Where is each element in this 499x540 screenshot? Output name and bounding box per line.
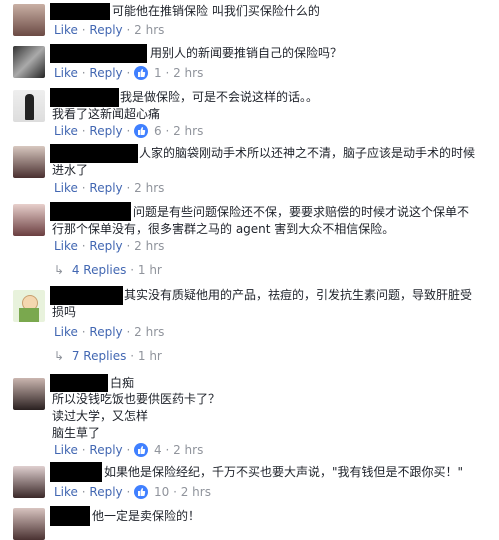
timestamp[interactable]: 2 hrs: [173, 443, 203, 457]
redacted-name: [50, 202, 131, 221]
redacted-name: [50, 462, 102, 482]
like-count[interactable]: 6: [154, 124, 162, 138]
reply-button[interactable]: Reply: [89, 66, 122, 80]
redacted-name: [50, 44, 147, 63]
avatar[interactable]: [13, 90, 45, 122]
reply-arrow-icon: ↳: [54, 349, 65, 363]
comment-text: 进水了: [52, 163, 89, 177]
comment-text: 行那个保单没有，很多害群之马的 agent 害到大众不相信保险。: [52, 222, 395, 236]
comment-text: 用别人的新闻要推销自己的保险吗？: [150, 46, 343, 60]
reply-time: 1 hr: [137, 349, 162, 363]
comment-actions: Like · Reply · 2 hrs: [54, 325, 165, 339]
timestamp[interactable]: 2 hrs: [173, 124, 203, 138]
comment-actions: Like · Reply · 1 · 2 hrs: [54, 66, 204, 80]
like-button[interactable]: Like: [54, 443, 78, 457]
reply-button[interactable]: Reply: [89, 181, 122, 195]
comment-text: 他一定是卖保险的！: [92, 509, 201, 523]
avatar[interactable]: [13, 290, 45, 322]
like-count[interactable]: 4: [154, 443, 162, 457]
avatar[interactable]: [13, 204, 45, 236]
like-reaction-icon: [134, 485, 149, 499]
like-reaction-icon: [134, 443, 149, 457]
reply-button[interactable]: Reply: [89, 124, 122, 138]
avatar[interactable]: [13, 146, 45, 178]
comment-text: 人家的脑袋刚动手术所以还神之不清，脑子应该是动手术的时候: [139, 146, 476, 160]
reply-button[interactable]: Reply: [89, 443, 122, 457]
comment-actions: Like · Reply · 4 · 2 hrs: [54, 443, 204, 457]
comment-actions: Like · Reply · 2 hrs: [54, 23, 165, 37]
view-replies[interactable]: ↳ 4 Replies · 1 hr: [54, 262, 162, 278]
comment-actions: Like · Reply · 2 hrs: [54, 181, 165, 195]
timestamp[interactable]: 2 hrs: [134, 325, 164, 339]
avatar[interactable]: [13, 508, 45, 540]
comment-actions: Like · Reply · 10 · 2 hrs: [54, 485, 211, 499]
reply-time: 1 hr: [137, 263, 162, 277]
avatar[interactable]: [13, 4, 45, 36]
comment-actions: Like · Reply · 2 hrs: [54, 239, 165, 253]
reply-button[interactable]: Reply: [89, 23, 122, 37]
redacted-name: [50, 3, 110, 20]
reply-button[interactable]: Reply: [89, 239, 122, 253]
like-reaction-icon: [134, 124, 149, 138]
timestamp[interactable]: 2 hrs: [134, 23, 164, 37]
avatar[interactable]: [13, 378, 45, 410]
timestamp[interactable]: 2 hrs: [181, 485, 211, 499]
redacted-name: [50, 506, 90, 526]
like-button[interactable]: Like: [54, 23, 78, 37]
reply-button[interactable]: Reply: [89, 485, 122, 499]
comment-text: 可能他在推销保险 叫我们买保险什么的: [112, 4, 320, 18]
like-count[interactable]: 1: [154, 66, 162, 80]
timestamp[interactable]: 2 hrs: [134, 181, 164, 195]
reply-button[interactable]: Reply: [89, 325, 122, 339]
like-button[interactable]: Like: [54, 239, 78, 253]
like-button[interactable]: Like: [54, 325, 78, 339]
avatar[interactable]: [13, 46, 45, 78]
like-button[interactable]: Like: [54, 181, 78, 195]
like-button[interactable]: Like: [54, 124, 78, 138]
reply-arrow-icon: ↳: [54, 263, 65, 277]
like-count[interactable]: 10: [154, 485, 169, 499]
comment-text: 我看了这新闻超心痛: [52, 107, 161, 121]
comment-actions: Like · Reply · 6 · 2 hrs: [54, 124, 204, 138]
comment-text: 脑生草了: [52, 426, 101, 440]
comment-text: 如果他是保险经纪，千万不买也要大声说，"我有钱但是不跟你买！": [104, 465, 464, 479]
avatar[interactable]: [13, 466, 45, 498]
comment-text: 其实没有质疑他用的产品，祛痘的，引发抗生素问题，导致肝脏受: [124, 288, 473, 302]
timestamp[interactable]: 2 hrs: [173, 66, 203, 80]
like-button[interactable]: Like: [54, 485, 78, 499]
view-replies[interactable]: ↳ 7 Replies · 1 hr: [54, 348, 162, 364]
comment-text: 损吗: [52, 305, 77, 319]
like-reaction-icon: [134, 66, 149, 80]
timestamp[interactable]: 2 hrs: [134, 239, 164, 253]
like-button[interactable]: Like: [54, 66, 78, 80]
